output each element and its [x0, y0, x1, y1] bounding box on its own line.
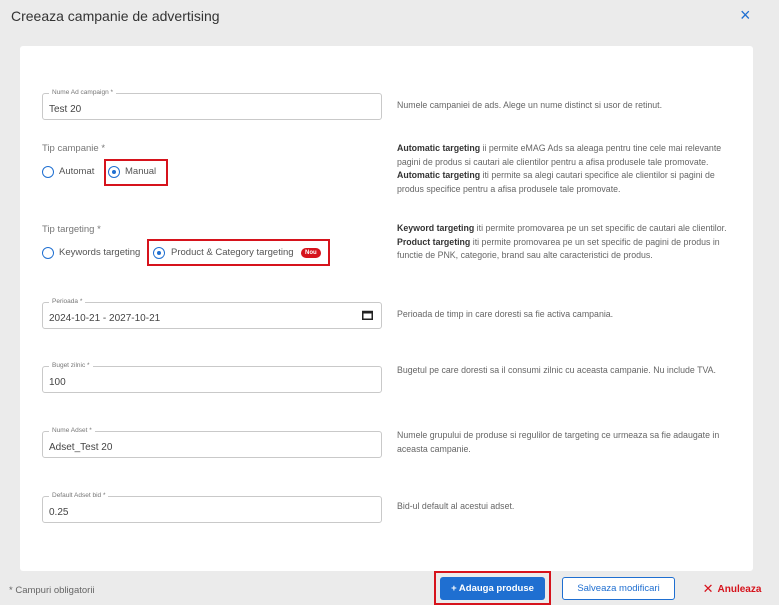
- period-value: 2024-10-21 - 2027-10-21: [49, 313, 161, 324]
- daily-budget-help: Bugetul pe care doresti sa il consumi zi…: [397, 365, 716, 375]
- campaign-type-automat-label[interactable]: Automat: [59, 166, 94, 177]
- ad-campaign-name-help: Numele campaniei de ads. Alege un nume d…: [397, 100, 663, 110]
- campaign-type-manual-label[interactable]: Manual: [125, 166, 156, 177]
- targeting-help-term-1: Keyword targeting: [397, 223, 475, 233]
- daily-budget-input[interactable]: Buget zilnic * 100: [42, 361, 382, 393]
- campaign-type-help-term-1: Automatic targeting: [397, 143, 481, 153]
- required-fields-note: * Campuri obligatorii: [9, 585, 95, 596]
- targeting-type-help: Keyword targeting iti permite promovarea…: [397, 222, 743, 263]
- targeting-keywords-radio[interactable]: [42, 247, 54, 259]
- default-adset-bid-help: Bid-ul default al acestui adset.: [397, 501, 515, 511]
- cancel-icon: ✕: [702, 581, 714, 596]
- adset-name-value: Adset_Test 20: [49, 442, 113, 453]
- add-products-button[interactable]: + Adauga produse: [440, 577, 545, 600]
- modal-title: Creeaza campanie de advertising: [11, 8, 220, 24]
- close-icon[interactable]: ×: [740, 5, 751, 25]
- modal-footer: * Campuri obligatorii + Adauga produse S…: [0, 571, 779, 605]
- ad-campaign-name-label: Nume Ad campaign *: [49, 88, 117, 98]
- daily-budget-value: 100: [49, 377, 66, 388]
- default-adset-bid-label: Default Adset bid *: [49, 491, 109, 501]
- daily-budget-label: Buget zilnic *: [49, 361, 93, 371]
- default-adset-bid-input[interactable]: Default Adset bid * 0.25: [42, 491, 382, 523]
- campaign-type-help: Automatic targeting ii permite eMAG Ads …: [397, 142, 743, 196]
- form-panel: Nume Ad campaign * Test 20 Numele campan…: [20, 46, 753, 571]
- ad-campaign-name-value: Test 20: [49, 104, 82, 115]
- targeting-help-text-1: iti permite promovarea pe un set specifi…: [474, 223, 727, 233]
- ad-campaign-name-input[interactable]: Nume Ad campaign * Test 20: [42, 88, 382, 120]
- targeting-product-category-label[interactable]: Product & Category targeting: [171, 247, 294, 258]
- period-label: Perioada *: [49, 297, 86, 307]
- adset-name-input[interactable]: Nume Adset * Adset_Test 20: [42, 426, 382, 458]
- campaign-type-automat-radio[interactable]: [42, 166, 54, 178]
- targeting-keywords-label[interactable]: Keywords targeting: [59, 247, 140, 258]
- campaign-type-manual-radio[interactable]: [108, 166, 120, 178]
- cancel-button[interactable]: ✕ Anuleaza: [692, 577, 772, 600]
- campaign-type-label: Tip campanie *: [42, 143, 106, 154]
- default-adset-bid-value: 0.25: [49, 507, 69, 518]
- targeting-type-label: Tip targeting *: [42, 224, 101, 235]
- adset-name-help: Numele grupului de produse si regulilor …: [397, 430, 720, 454]
- period-input[interactable]: Perioada * 2024-10-21 - 2027-10-21: [42, 297, 382, 329]
- new-badge: Nou: [301, 248, 321, 258]
- targeting-help-term-2: Product targeting: [397, 236, 471, 247]
- cancel-label: Anuleaza: [717, 584, 762, 595]
- campaign-type-help-term-2: Automatic targeting: [397, 170, 481, 180]
- targeting-product-category-radio[interactable]: [153, 247, 165, 259]
- modal-header: Creeaza campanie de advertising ×: [0, 0, 779, 33]
- adset-name-label: Nume Adset *: [49, 426, 95, 436]
- save-button[interactable]: Salveaza modificari: [562, 577, 675, 600]
- period-help: Perioada de timp in care doresti sa fie …: [397, 309, 614, 319]
- calendar-icon[interactable]: [362, 310, 373, 320]
